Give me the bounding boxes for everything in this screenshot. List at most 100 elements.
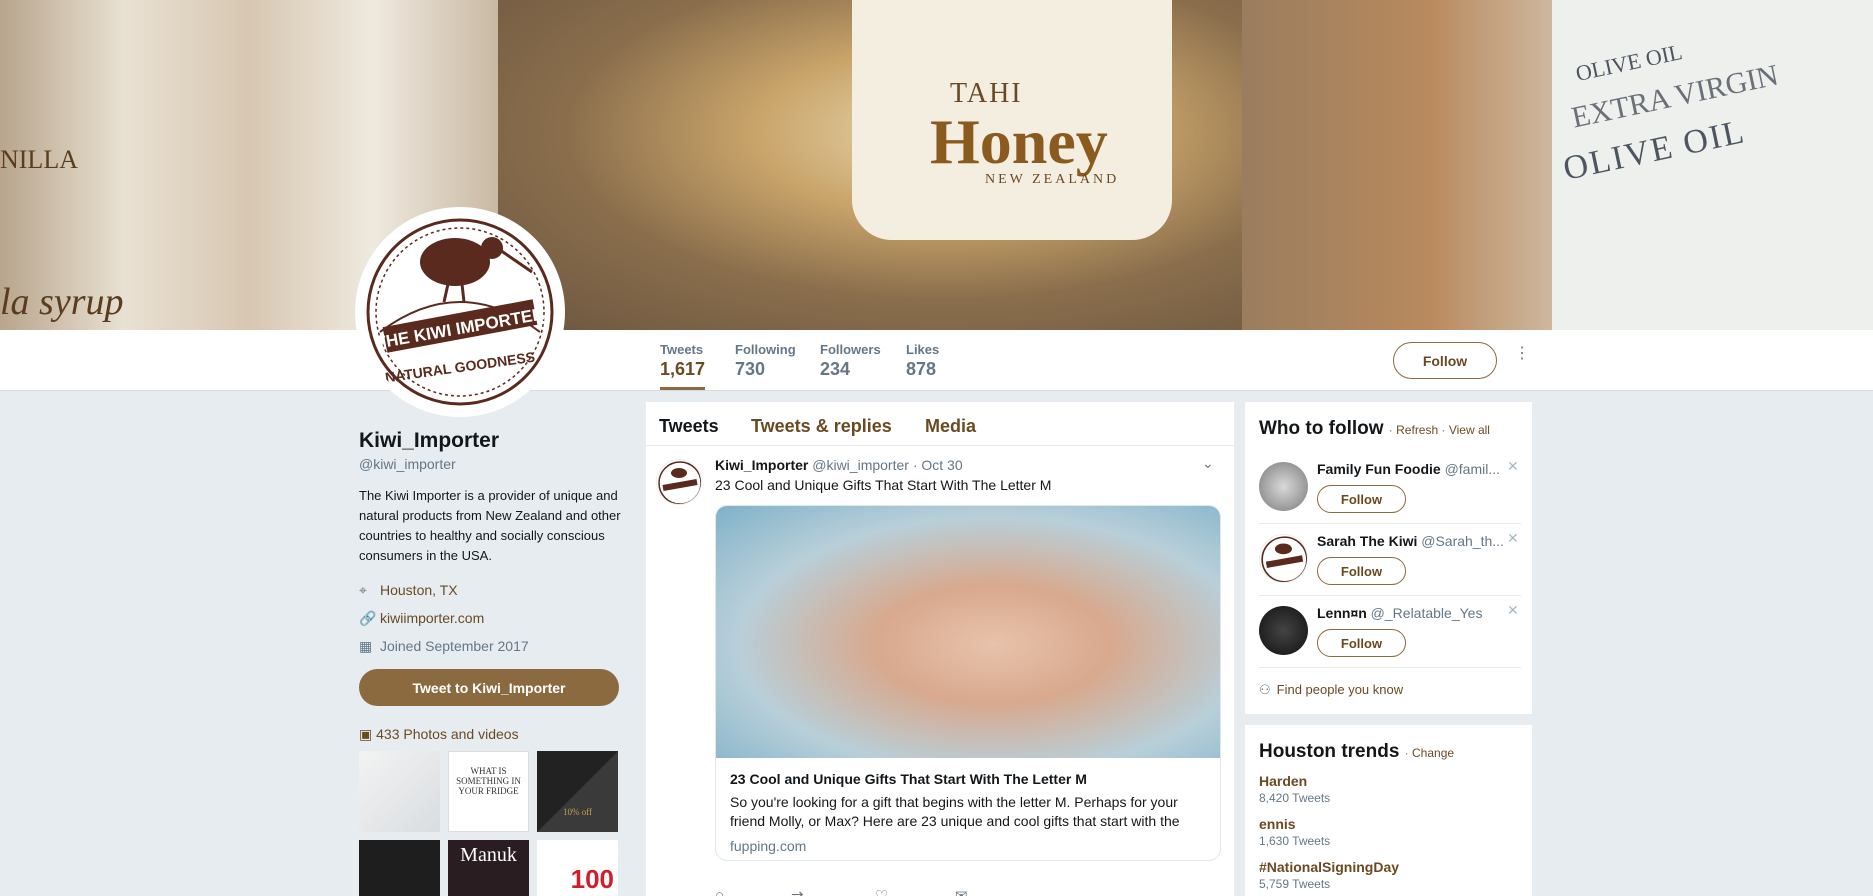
thumb-text: 100	[570, 864, 614, 894]
profile-website: 🔗 kiwiimporter.com	[359, 610, 484, 627]
view-all-link[interactable]: View all	[1449, 423, 1490, 437]
cover-photo[interactable]: NILLA la syrup TAHI Honey NEW ZEALAND OL…	[0, 0, 1873, 330]
suggested-user-name[interactable]: Sarah The Kiwi @Sarah_th...	[1317, 533, 1507, 549]
media-thumb-3[interactable]: 10% off	[537, 751, 618, 832]
user-handle: @famil...	[1444, 461, 1501, 477]
trend-name: Harden	[1259, 773, 1308, 789]
trends-panel: Houston trends · Change Harden 8,420 Twee…	[1245, 725, 1532, 896]
suggested-user-name[interactable]: Family Fun Foodie @famil...	[1317, 461, 1507, 477]
stat-value: 1,617	[660, 359, 706, 379]
jar-label-3: NEW ZEALAND	[985, 172, 1120, 187]
media-thumb-2[interactable]: WHAT IS SOMETHING IN YOUR FRIDGE	[448, 751, 529, 832]
tweet-date[interactable]: · Oct 30	[913, 457, 963, 473]
profile-joined: ▦ Joined September 2017	[359, 638, 529, 655]
message-icon[interactable]: ✉	[955, 887, 968, 896]
tweet-to-button[interactable]: Tweet to Kiwi_Importer	[359, 669, 619, 706]
joined-text: Joined September 2017	[380, 638, 529, 654]
tweet-text: 23 Cool and Unique Gifts That Start With…	[715, 477, 1052, 493]
reply-icon[interactable]: ○	[715, 887, 724, 896]
suggested-user: Family Fun Foodie @famil... ✕ Follow	[1259, 454, 1521, 524]
tweet-author-name[interactable]: Kiwi_Importer	[715, 457, 808, 473]
follow-user-button[interactable]: Follow	[1317, 485, 1406, 513]
tab-tweets-replies[interactable]: Tweets & replies	[751, 416, 892, 437]
tweet-author-handle[interactable]: @kiwi_importer	[812, 457, 909, 473]
website-link[interactable]: kiwiimporter.com	[380, 610, 484, 626]
kiwi-logo-small	[658, 461, 701, 504]
stat-tweets[interactable]: Tweets 1,617	[660, 342, 706, 390]
photos-label: 433 Photos and videos	[376, 726, 519, 742]
thumb-text: 10% off	[562, 807, 593, 817]
profile-handle: @kiwi_importer	[359, 456, 456, 472]
stat-label: Tweets	[660, 342, 704, 357]
stat-value: 878	[906, 359, 937, 379]
timeline: Tweets Tweets & replies Media Kiwi_Impor…	[646, 402, 1234, 896]
avatar[interactable]	[1259, 534, 1308, 583]
more-options-icon[interactable]: ⋮	[1514, 346, 1530, 370]
link-icon: 🔗	[359, 610, 377, 626]
photos-videos-link[interactable]: ▣ 433 Photos and videos	[359, 726, 519, 743]
kiwi-logo: THE KIWI IMPORTER NATURAL GOODNESS	[366, 218, 554, 406]
people-icon: ⚇	[1259, 682, 1271, 697]
trend-count: 1,630 Tweets	[1259, 834, 1331, 848]
cover-syrup-label-2: NILLA	[0, 145, 78, 174]
stat-label: Following	[735, 342, 796, 357]
trend-name: ennis	[1259, 816, 1296, 832]
tweet-avatar[interactable]	[656, 459, 702, 505]
profile-avatar[interactable]: THE KIWI IMPORTER NATURAL GOODNESS	[355, 207, 565, 417]
stat-likes[interactable]: Likes 878	[906, 342, 939, 390]
tweet-header: Kiwi_Importer @kiwi_importer · Oct 30	[715, 457, 963, 473]
media-thumb-6[interactable]: 100	[537, 840, 618, 896]
user-name: Lenn¤n	[1317, 605, 1367, 621]
media-thumb-1[interactable]	[359, 751, 440, 832]
who-to-follow-title: Who to follow	[1259, 418, 1384, 439]
follow-user-button[interactable]: Follow	[1317, 557, 1406, 585]
stat-following[interactable]: Following 730	[735, 342, 796, 390]
trend-item[interactable]: Harden 8,420 Tweets	[1259, 773, 1330, 805]
trend-item[interactable]: #NationalSigningDay 5,759 Tweets	[1259, 859, 1399, 891]
profile-name[interactable]: Kiwi_Importer	[359, 429, 499, 453]
photo-icon: ▣	[359, 726, 377, 742]
media-thumb-4[interactable]	[359, 840, 440, 896]
location-text[interactable]: Houston, TX	[380, 582, 458, 598]
trend-item[interactable]: ennis 1,630 Tweets	[1259, 816, 1330, 848]
user-handle: @Sarah_th...	[1421, 533, 1504, 549]
stat-followers[interactable]: Followers 234	[820, 342, 881, 390]
trend-name: #NationalSigningDay	[1259, 859, 1400, 875]
refresh-link[interactable]: Refresh	[1396, 423, 1438, 437]
card-description: So you're looking for a gift that begins…	[730, 794, 1180, 829]
link-card[interactable]: 23 Cool and Unique Gifts That Start With…	[715, 505, 1221, 861]
tab-tweets[interactable]: Tweets	[659, 416, 719, 437]
kiwi-logo-small	[1261, 536, 1307, 582]
cover-syrup-label-1: la syrup	[0, 281, 124, 323]
tab-media[interactable]: Media	[925, 416, 976, 437]
find-people-link[interactable]: ⚇ Find people you know	[1259, 682, 1403, 698]
profile-location: ⌖ Houston, TX	[359, 582, 458, 599]
close-icon[interactable]: ✕	[1507, 602, 1519, 619]
chevron-down-icon[interactable]: ⌄	[1202, 455, 1214, 472]
suggested-user-name[interactable]: Lenn¤n @_Relatable_Yes	[1317, 605, 1507, 621]
avatar[interactable]	[1259, 462, 1308, 511]
stat-label: Likes	[906, 342, 940, 357]
suggested-user: Lenn¤n @_Relatable_Yes ✕ Follow	[1259, 598, 1521, 668]
change-link[interactable]: Change	[1412, 746, 1454, 760]
stat-value: 234	[820, 359, 851, 379]
avatar[interactable]	[1259, 606, 1308, 655]
calendar-icon: ▦	[359, 638, 373, 654]
card-url: fupping.com	[730, 838, 807, 854]
user-handle: @_Relatable_Yes	[1370, 605, 1483, 621]
card-image	[716, 506, 1220, 758]
timeline-tabs: Tweets Tweets & replies Media	[646, 402, 1234, 446]
user-name: Sarah The Kiwi	[1317, 533, 1418, 549]
follow-user-button[interactable]: Follow	[1317, 629, 1406, 657]
close-icon[interactable]: ✕	[1507, 458, 1519, 475]
retweet-icon[interactable]: ⇄	[791, 887, 804, 896]
close-icon[interactable]: ✕	[1507, 530, 1519, 547]
follow-button[interactable]: Follow	[1393, 342, 1497, 379]
jar-label-2: Honey	[930, 106, 1108, 177]
trends-title: Houston trends	[1259, 741, 1400, 762]
like-icon[interactable]: ♡	[875, 887, 888, 896]
stat-label: Followers	[820, 342, 881, 357]
media-thumb-5[interactable]: Manuk	[448, 840, 529, 896]
trends-header: Houston trends · Change	[1259, 741, 1455, 762]
trend-count: 5,759 Tweets	[1259, 877, 1331, 891]
